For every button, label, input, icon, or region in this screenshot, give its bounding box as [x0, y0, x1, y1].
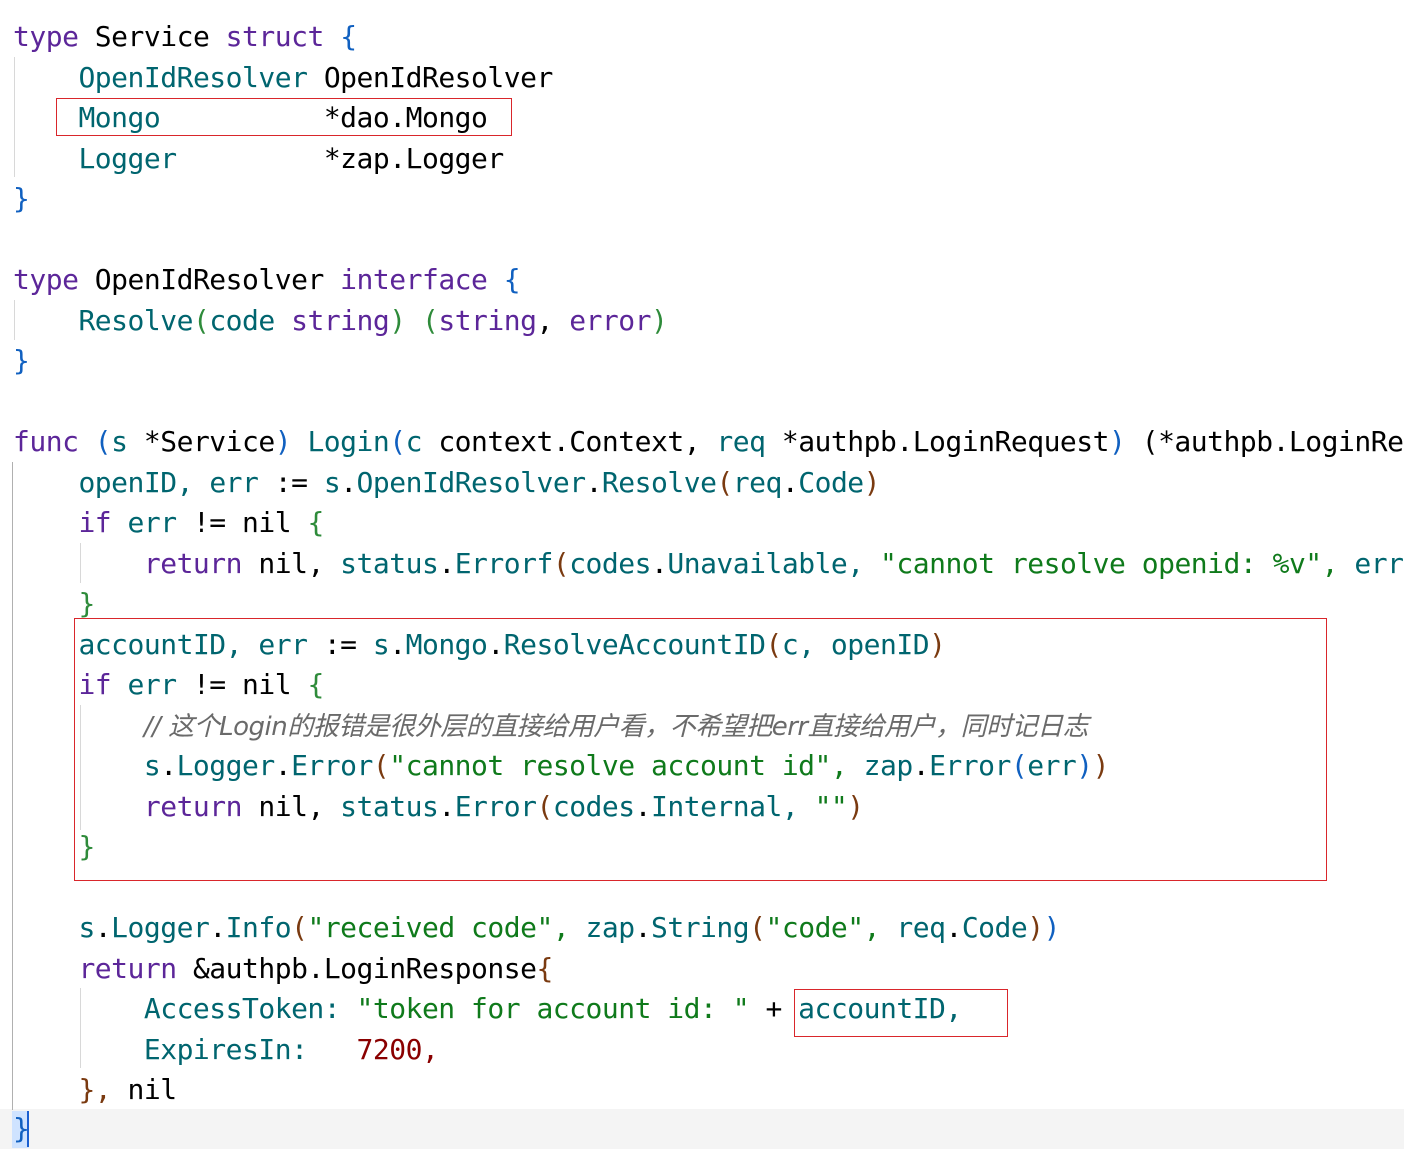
method-call: Resolve	[601, 466, 717, 499]
number-literal: 7200,	[356, 1033, 439, 1066]
code-line-9[interactable]: }	[13, 341, 30, 381]
open-brace: {	[307, 506, 324, 539]
code-line-26[interactable]: ExpiresIn: 7200,	[13, 1030, 439, 1070]
code-line-12[interactable]: openID, err := s.OpenIdResolver.Resolve(…	[13, 463, 880, 503]
return-type: string	[438, 304, 537, 337]
field-ref: Code	[798, 466, 864, 499]
string-literal: "code",	[765, 911, 881, 944]
var: err	[127, 506, 178, 539]
close-brace: }	[13, 182, 30, 215]
func-call: Errorf	[454, 547, 554, 580]
func-name: Login	[307, 425, 390, 458]
string-literal: "received code",	[307, 911, 570, 944]
current-line-highlight	[0, 1109, 1404, 1149]
operator: :=	[274, 466, 308, 499]
field-ref: Logger	[111, 911, 210, 944]
package-ref: codes	[569, 547, 651, 580]
code-line-5[interactable]: }	[13, 179, 30, 219]
field-type: OpenIdResolver	[323, 61, 554, 94]
code-line-27[interactable]: }, nil	[13, 1070, 177, 1110]
keyword-func: func	[13, 425, 79, 458]
code-line-23[interactable]: s.Logger.Info("received code", zap.Strin…	[13, 908, 1060, 948]
open-brace: {	[503, 263, 521, 296]
keyword-interface: interface	[340, 263, 488, 296]
code-line-2[interactable]: OpenIdResolver OpenIdResolver	[13, 58, 553, 98]
operator: !=	[192, 506, 226, 539]
var: s	[78, 911, 95, 944]
var: err	[1354, 547, 1404, 580]
code-line-7[interactable]: type OpenIdResolver interface {	[13, 260, 521, 300]
package-ref: zap	[585, 911, 636, 944]
code-editor[interactable]: type Service struct { OpenIdResolver Ope…	[0, 0, 1404, 1169]
close-brace: }	[78, 587, 95, 620]
keyword-return: return	[78, 952, 177, 985]
open-brace: {	[340, 20, 357, 53]
field-ref: Code	[961, 911, 1028, 944]
param-type: string	[291, 304, 390, 337]
field-key: ExpiresIn:	[143, 1033, 308, 1066]
field-name: Logger	[78, 142, 177, 175]
method-call: Info	[225, 911, 292, 944]
param-name: c	[405, 425, 423, 458]
nil-literal: nil,	[258, 547, 324, 580]
code-line-14[interactable]: return nil, status.Errorf(codes.Unavaila…	[13, 544, 1404, 584]
type-name: OpenIdResolver	[94, 263, 325, 296]
highlight-box-resolve-account	[74, 618, 1327, 881]
return-type: error	[569, 304, 652, 337]
operator: +	[765, 992, 782, 1025]
keyword-return: return	[143, 547, 243, 580]
close-brace: },	[78, 1073, 112, 1106]
receiver-name: s	[111, 425, 128, 458]
composite-literal-type: &authpb.LoginResponse	[192, 952, 537, 985]
keyword-struct: struct	[225, 20, 325, 53]
string-literal: "cannot resolve openid: %v",	[880, 547, 1339, 580]
param-type: context.Context,	[438, 425, 701, 458]
open-brace: {	[536, 952, 553, 985]
const-ref: Unavailable,	[667, 547, 864, 580]
highlight-box-mongo-field	[56, 98, 512, 136]
package-ref: status	[340, 547, 439, 580]
keyword-if: if	[78, 506, 112, 539]
text-cursor	[27, 1111, 29, 1147]
param-type: *authpb.LoginRequest	[781, 425, 1110, 458]
string-literal: "token for account id: "	[356, 992, 750, 1025]
var: err	[209, 466, 259, 499]
code-line-8[interactable]: Resolve(code string) (string, error)	[13, 301, 667, 341]
code-line-11[interactable]: func (s *Service) Login(c context.Contex…	[13, 422, 1404, 462]
var: req	[732, 466, 783, 499]
param-name: code	[209, 304, 275, 337]
nil-literal: nil	[242, 506, 292, 539]
func-call: String	[650, 911, 750, 944]
code-line-24[interactable]: return &authpb.LoginResponse{	[13, 949, 553, 989]
var: req	[896, 911, 946, 944]
field-ref: OpenIdResolver	[356, 466, 587, 499]
type-name: Service	[94, 20, 210, 53]
code-line-1[interactable]: type Service struct {	[13, 17, 357, 57]
close-brace: }	[13, 344, 30, 377]
code-line-4[interactable]: Logger *zap.Logger	[13, 139, 504, 179]
keyword-type: type	[13, 20, 79, 53]
method-name: Resolve	[78, 304, 193, 337]
return-type: (*authpb.LoginRe	[1141, 425, 1404, 458]
param-name: req	[716, 425, 766, 458]
field-key: AccessToken:	[143, 992, 341, 1025]
field-name: OpenIdResolver	[78, 61, 308, 94]
receiver-type: *Service	[143, 425, 275, 458]
highlight-box-accountid	[794, 989, 1008, 1037]
keyword-type: type	[13, 263, 79, 296]
field-type: *zap.Logger	[323, 142, 504, 175]
code-line-13[interactable]: if err != nil {	[13, 503, 324, 543]
var: openID,	[78, 466, 193, 499]
var: s	[323, 466, 341, 499]
nil-literal: nil	[127, 1073, 178, 1106]
